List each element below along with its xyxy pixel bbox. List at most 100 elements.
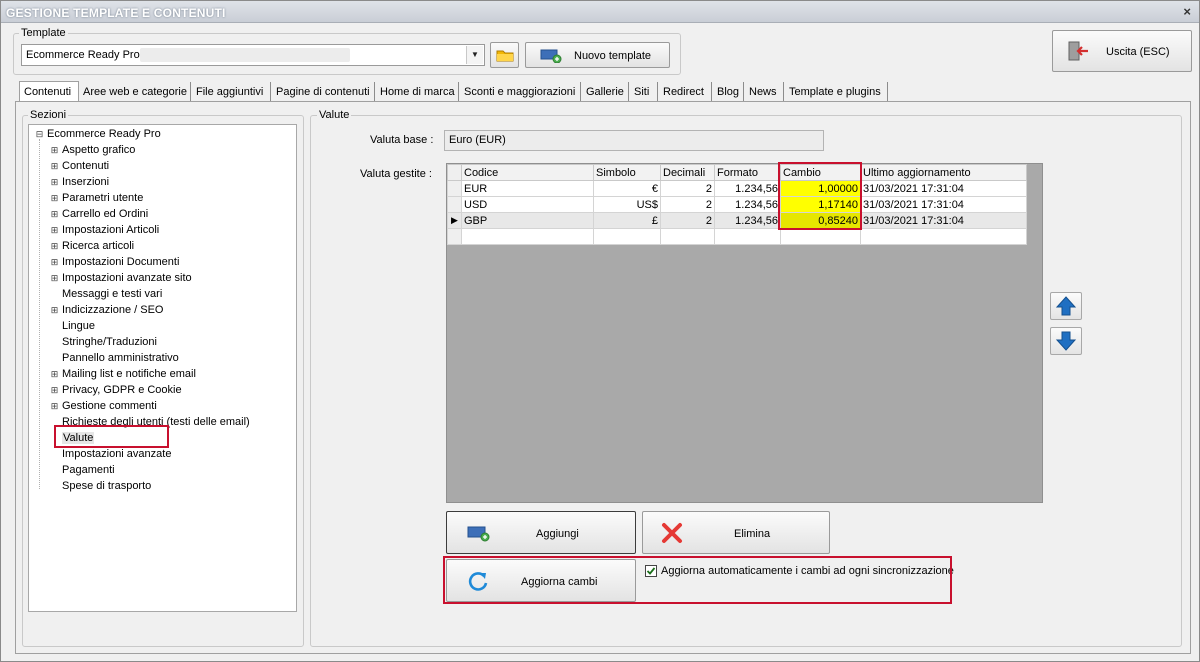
cell-rate[interactable]: 1,00000 <box>780 180 861 197</box>
cell-code[interactable]: USD <box>461 196 594 213</box>
expand-icon[interactable]: ⊞ <box>50 370 59 379</box>
column-header[interactable]: Ultimo aggiornamento <box>860 164 1027 181</box>
cell-decimals[interactable]: 2 <box>660 180 715 197</box>
row-header[interactable] <box>447 196 462 213</box>
cell-code[interactable]: EUR <box>461 180 594 197</box>
tree-item[interactable]: ⊞ Gestione commenti <box>51 400 157 412</box>
expand-icon[interactable]: ⊞ <box>50 226 59 235</box>
column-header[interactable]: Cambio <box>780 164 861 181</box>
expand-icon[interactable]: ⊞ <box>50 306 59 315</box>
tab-redirect[interactable]: Redirect <box>659 82 712 102</box>
cell-symbol[interactable]: US$ <box>593 196 661 213</box>
new-template-button[interactable]: Nuovo template <box>525 42 670 68</box>
tab-blog[interactable]: Blog <box>713 82 744 102</box>
currencies-grid[interactable]: Codice Simbolo Decimali Formato Cambio U… <box>446 163 1043 503</box>
expand-icon[interactable]: ⊞ <box>50 274 59 283</box>
tree-item[interactable]: Valute <box>62 432 95 444</box>
column-header[interactable]: Simbolo <box>593 164 661 181</box>
tree-item[interactable]: Pannello amministrativo <box>62 352 179 364</box>
expand-icon[interactable]: ⊞ <box>50 386 59 395</box>
tab-sconti[interactable]: Sconti e maggiorazioni <box>460 82 581 102</box>
tree-item[interactable]: Impostazioni avanzate <box>62 448 171 460</box>
cell-format[interactable]: 1.234,56 <box>714 212 781 229</box>
cell-symbol[interactable]: £ <box>593 212 661 229</box>
template-select[interactable]: Ecommerce Ready Pro ( ▼ <box>21 44 485 66</box>
tree-item[interactable]: Pagamenti <box>62 464 115 476</box>
move-down-button[interactable] <box>1050 327 1082 355</box>
tree-item[interactable]: ⊞ Parametri utente <box>51 192 144 204</box>
cell-empty[interactable] <box>461 228 594 245</box>
move-up-button[interactable] <box>1050 292 1082 320</box>
tree-item[interactable]: ⊞ Privacy, GDPR e Cookie <box>51 384 182 396</box>
tab-gallerie[interactable]: Gallerie <box>582 82 629 102</box>
expand-icon[interactable]: ⊞ <box>50 258 59 267</box>
column-header[interactable]: Formato <box>714 164 781 181</box>
tree-item[interactable]: ⊞ Impostazioni avanzate sito <box>51 272 192 284</box>
cell-decimals[interactable]: 2 <box>660 196 715 213</box>
tree-item[interactable]: ⊞ Mailing list e notifiche email <box>51 368 196 380</box>
cell-rate[interactable]: 1,17140 <box>780 196 861 213</box>
tab-home-marca[interactable]: Home di marca <box>376 82 459 102</box>
tree-item[interactable]: ⊞ Impostazioni Documenti <box>51 256 180 268</box>
expand-icon[interactable]: ⊞ <box>50 242 59 251</box>
cell-format[interactable]: 1.234,56 <box>714 196 781 213</box>
expand-icon[interactable]: ⊞ <box>50 402 59 411</box>
table-row[interactable]: USD US$ 2 1.234,56 1,17140 31/03/2021 17… <box>447 196 1027 213</box>
table-row[interactable]: EUR € 2 1.234,56 1,00000 31/03/2021 17:3… <box>447 180 1027 197</box>
cell-empty[interactable] <box>660 228 715 245</box>
tree-item[interactable]: ⊞ Inserzioni <box>51 176 109 188</box>
tab-file-aggiuntivi[interactable]: File aggiuntivi <box>192 82 271 102</box>
cell-code[interactable]: GBP <box>461 212 594 229</box>
tree-item[interactable]: Spese di trasporto <box>62 480 151 492</box>
cell-updated[interactable]: 31/03/2021 17:31:04 <box>860 180 1027 197</box>
cell-format[interactable]: 1.234,56 <box>714 180 781 197</box>
column-header[interactable]: Decimali <box>660 164 715 181</box>
tree-item[interactable]: Richieste degli utenti (testi delle emai… <box>62 416 250 428</box>
cell-empty[interactable] <box>714 228 781 245</box>
exit-button[interactable]: Uscita (ESC) <box>1052 30 1192 72</box>
cell-rate[interactable]: 0,85240 <box>780 212 861 229</box>
cell-empty[interactable] <box>593 228 661 245</box>
expand-icon[interactable]: ⊞ <box>50 210 59 219</box>
expand-icon[interactable]: ⊞ <box>50 162 59 171</box>
tab-contenuti[interactable]: Contenuti <box>19 81 79 102</box>
tab-template-plugins[interactable]: Template e plugins <box>785 82 888 102</box>
cell-updated[interactable]: 31/03/2021 17:31:04 <box>860 196 1027 213</box>
open-template-button[interactable] <box>490 42 519 68</box>
tree-item[interactable]: Stringhe/Traduzioni <box>62 336 157 348</box>
new-row[interactable] <box>447 228 1027 245</box>
row-header[interactable] <box>447 228 462 245</box>
cell-updated[interactable]: 31/03/2021 17:31:04 <box>860 212 1027 229</box>
cell-empty[interactable] <box>860 228 1027 245</box>
auto-update-checkbox[interactable] <box>645 565 657 577</box>
tab-siti[interactable]: Siti <box>630 82 658 102</box>
expand-icon[interactable]: ⊞ <box>50 178 59 187</box>
tree-item[interactable]: ⊞ Aspetto grafico <box>51 144 136 156</box>
cell-decimals[interactable]: 2 <box>660 212 715 229</box>
tree-item[interactable]: Messaggi e testi vari <box>62 288 162 300</box>
cell-symbol[interactable]: € <box>593 180 661 197</box>
column-header[interactable]: Codice <box>461 164 594 181</box>
expand-icon[interactable]: ⊞ <box>50 194 59 203</box>
delete-button[interactable]: Elimina <box>642 511 830 554</box>
table-row[interactable]: ▶ GBP £ 2 1.234,56 0,85240 31/03/2021 17… <box>447 212 1027 229</box>
tree-item[interactable]: ⊞ Contenuti <box>51 160 109 172</box>
update-rates-button[interactable]: Aggiorna cambi <box>446 559 636 602</box>
expand-icon[interactable]: ⊞ <box>50 146 59 155</box>
collapse-icon[interactable]: ⊟ <box>35 130 44 139</box>
tree-root[interactable]: ⊟ Ecommerce Ready Pro <box>36 128 161 140</box>
current-row-arrow-icon[interactable]: ▶ <box>447 212 462 229</box>
row-header[interactable] <box>447 180 462 197</box>
tree-item[interactable]: ⊞ Impostazioni Articoli <box>51 224 160 236</box>
tree-item[interactable]: ⊞ Ricerca articoli <box>51 240 134 252</box>
add-button[interactable]: Aggiungi <box>446 511 636 554</box>
tree-item[interactable]: Lingue <box>62 320 95 332</box>
tab-aree-web[interactable]: Aree web e categorie <box>79 82 191 102</box>
cell-empty[interactable] <box>780 228 861 245</box>
tree-item[interactable]: ⊞ Carrello ed Ordini <box>51 208 148 220</box>
tab-pagine-contenuti[interactable]: Pagine di contenuti <box>272 82 375 102</box>
chevron-down-icon[interactable]: ▼ <box>466 46 483 64</box>
auto-update-label[interactable]: Aggiorna automaticamente i cambi ad ogni… <box>661 565 954 577</box>
sections-tree[interactable]: ⊟ Ecommerce Ready Pro ⊞ Aspetto grafico ⊞ C… <box>28 124 297 612</box>
close-icon[interactable]: × <box>1183 4 1191 19</box>
